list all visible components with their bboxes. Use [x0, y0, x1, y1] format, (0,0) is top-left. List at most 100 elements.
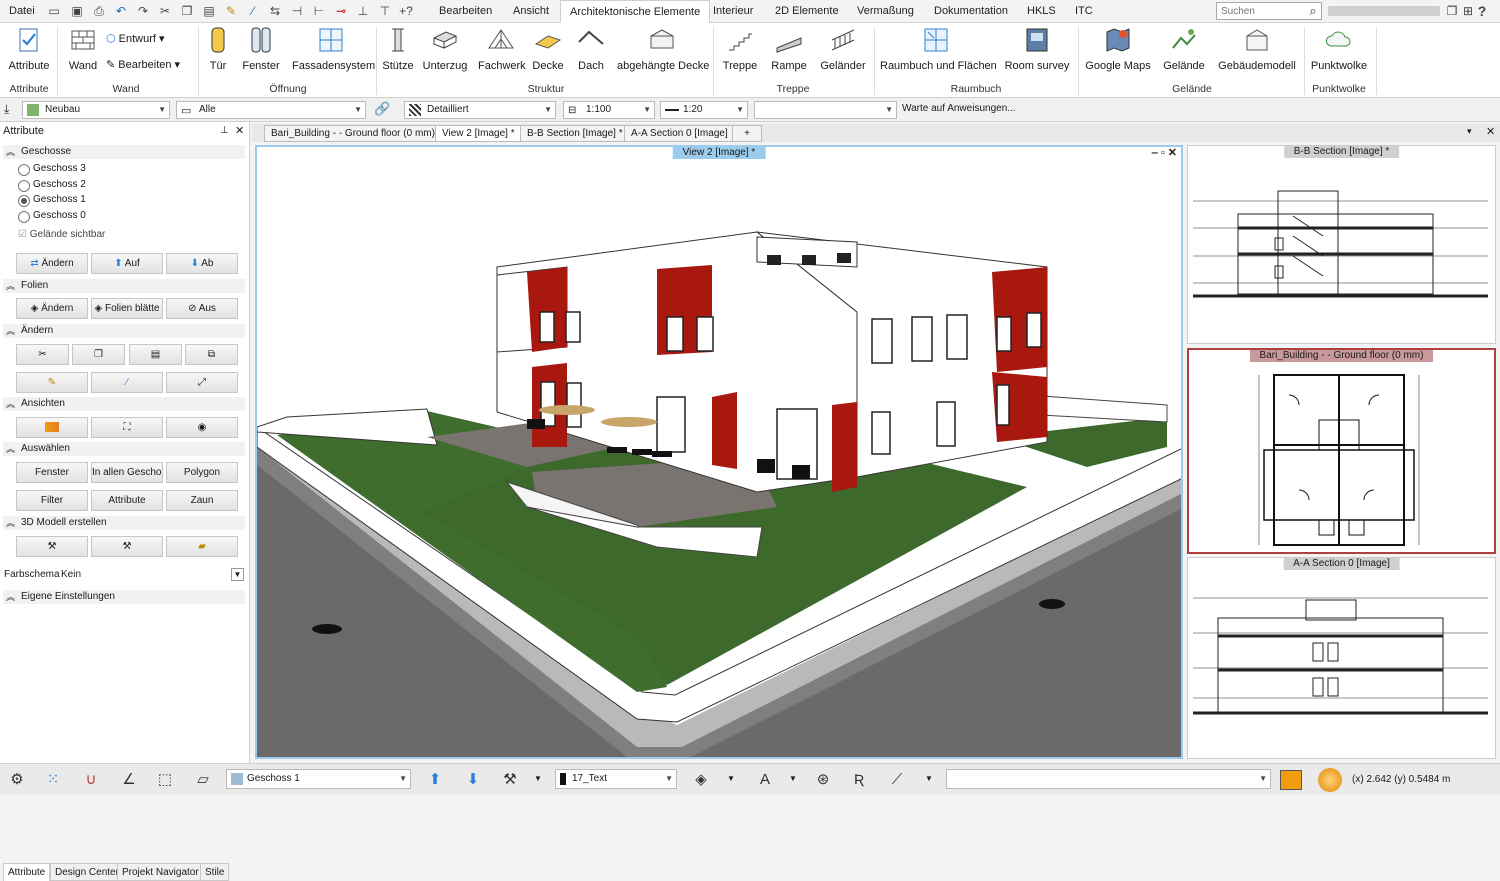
zoom-extents-button[interactable]: ⛶: [91, 417, 163, 438]
layer-browse-button[interactable]: ◈ Folien blätte: [91, 298, 163, 319]
attribute-button[interactable]: Attribute: [6, 26, 52, 72]
paint-brush-icon[interactable]: ✎: [223, 4, 239, 19]
pen-select[interactable]: 1:20 ▼: [660, 101, 748, 119]
building-model-button[interactable]: Gebäudemodell: [1216, 26, 1298, 72]
roof-button[interactable]: Dach: [574, 26, 608, 72]
point-snap-icon[interactable]: ⊛: [810, 768, 836, 792]
layer-change-button[interactable]: ◈ Ändern: [16, 298, 88, 319]
menu-file[interactable]: Datei: [0, 0, 44, 23]
section-ansichten[interactable]: Ansichten: [3, 397, 245, 411]
coordinate-input[interactable]: ▼: [946, 769, 1271, 789]
tab-itc[interactable]: ITC: [1066, 0, 1102, 23]
layer-box-icon[interactable]: ▱: [190, 768, 216, 792]
tab-hkls[interactable]: HKLS: [1018, 0, 1065, 23]
tab-attribute[interactable]: Attribute: [3, 863, 51, 881]
3d-tool-icon[interactable]: ⚒: [497, 768, 523, 792]
chevron-down-icon[interactable]: ▼: [925, 774, 933, 783]
view-render-button[interactable]: [16, 417, 88, 438]
doctab-bb-section[interactable]: B-B Section [Image] *: [520, 125, 630, 142]
layers-icon[interactable]: ◈: [688, 768, 714, 792]
extend-icon[interactable]: ⊤: [377, 4, 393, 19]
render-mode-icon[interactable]: [1280, 770, 1302, 790]
select-polygon-button[interactable]: Polygon: [166, 462, 238, 483]
user-account-icon[interactable]: [1328, 6, 1440, 16]
format-painter-button[interactable]: ✎: [16, 372, 88, 393]
suspended-ceiling-button[interactable]: abgehängte Decke: [617, 26, 709, 72]
floor-down-button[interactable]: ⬇ Ab: [166, 253, 238, 274]
visibility-button[interactable]: ◉: [166, 417, 238, 438]
tab-dokumentation[interactable]: Dokumentation: [925, 0, 1017, 23]
transform-button[interactable]: ⤢: [166, 372, 238, 393]
select-all-floors-button[interactable]: In allen Geschoss: [91, 462, 163, 483]
print-icon[interactable]: ⎙: [91, 4, 107, 19]
cut-icon[interactable]: ✂: [157, 4, 173, 19]
select-cursor-icon[interactable]: ⬚: [152, 768, 178, 792]
truss-button[interactable]: Fachwerk: [478, 26, 526, 72]
ramp-button[interactable]: Rampe: [768, 26, 810, 72]
duplicate-button[interactable]: ⧉: [185, 344, 238, 365]
pin-icon[interactable]: ⊥: [220, 125, 229, 136]
tab-interieur[interactable]: Interieur: [704, 0, 762, 23]
doctab-aa-section[interactable]: A-A Section 0 [Image]: [624, 125, 735, 142]
tab-stile[interactable]: Stile: [200, 863, 230, 881]
line-tool-icon[interactable]: ⟋: [884, 768, 910, 792]
floor-radio-1[interactable]: Geschoss 1: [18, 194, 86, 207]
column-button[interactable]: Stütze: [381, 26, 415, 72]
layer-set-icon[interactable]: ⤓: [4, 102, 9, 117]
section-folien[interactable]: Folien: [3, 279, 245, 293]
edit-button[interactable]: ✎ Bearbeiten ▾: [106, 58, 180, 71]
floor-status-select[interactable]: Geschoss 1 ▼: [226, 769, 411, 789]
slab-button[interactable]: Decke: [530, 26, 566, 72]
copy-window-icon[interactable]: ❐: [1444, 4, 1460, 19]
window-button[interactable]: Fenster: [240, 26, 282, 72]
new-tab-button[interactable]: +: [732, 125, 762, 142]
sun-light-icon[interactable]: [1318, 768, 1342, 792]
detail-level-select[interactable]: Detailliert ▼: [404, 101, 556, 119]
door-button[interactable]: Tür: [202, 26, 234, 72]
link-icon[interactable]: 🔗: [374, 101, 390, 117]
copy-icon[interactable]: ❐: [179, 4, 195, 19]
draft-button[interactable]: ⬡ Entwurf ▾: [106, 32, 165, 45]
section-3d-modell[interactable]: 3D Modell erstellen: [3, 516, 245, 530]
section-aendern[interactable]: Ändern: [3, 324, 245, 338]
beam-button[interactable]: Unterzug: [422, 26, 468, 72]
copy-button[interactable]: ❐: [72, 344, 125, 365]
doctab-ground-floor[interactable]: Bari_Building - - Ground floor (0 mm): [264, 125, 442, 142]
reference-icon[interactable]: Ʀ: [846, 768, 872, 792]
paste-button[interactable]: ▤: [129, 344, 182, 365]
doctab-view2[interactable]: View 2 [Image] *: [435, 125, 522, 142]
trim-icon[interactable]: ⊥: [355, 4, 371, 19]
align-icon[interactable]: ⊣: [289, 4, 305, 19]
terrain-visible-checkbox[interactable]: ☑ Gelände sichtbar: [18, 229, 105, 240]
section-auswaehlen[interactable]: Auswählen: [3, 442, 245, 456]
close-icon[interactable]: ✕: [235, 124, 244, 137]
view-window-controls[interactable]: ‒ ▫ ✕: [1152, 147, 1177, 159]
help-button[interactable]: ?: [1474, 4, 1490, 19]
chevron-down-icon[interactable]: ▼: [231, 568, 244, 581]
tab-list-icon[interactable]: ▾: [1467, 126, 1472, 137]
wall-button[interactable]: Wand: [62, 26, 104, 72]
section-geschosse[interactable]: Geschosse: [3, 145, 245, 159]
angle-snap-icon[interactable]: ∠: [116, 768, 142, 792]
tab-ansicht[interactable]: Ansicht: [504, 0, 558, 23]
scale-select[interactable]: ⊟ 1:100 ▼: [563, 101, 655, 119]
bb-section-view[interactable]: B-B Section [Image] *: [1187, 145, 1496, 344]
layer-select[interactable]: Neubau ▼: [22, 101, 170, 119]
search-icon[interactable]: ⌕: [1305, 3, 1321, 18]
redo-icon[interactable]: ↷: [135, 4, 151, 19]
section-eigene[interactable]: Eigene Einstellungen: [3, 590, 245, 604]
main-3d-view[interactable]: View 2 [Image] * ‒ ▫ ✕: [255, 145, 1183, 759]
chevron-down-icon[interactable]: ▼: [727, 774, 735, 783]
floor-up-button[interactable]: ⬆ Auf: [91, 253, 163, 274]
tab-2d-elemente[interactable]: 2D Elemente: [766, 0, 848, 23]
text-style-select[interactable]: 17_Text ▼: [555, 769, 677, 789]
transfer-icon[interactable]: ⇆: [267, 4, 283, 19]
settings-gear-icon[interactable]: ⚙: [4, 768, 30, 792]
aa-section-view[interactable]: A-A Section 0 [Image]: [1187, 557, 1496, 759]
tab-bearbeiten[interactable]: Bearbeiten: [430, 0, 501, 23]
chevron-down-icon[interactable]: ▼: [534, 774, 542, 783]
room-survey-button[interactable]: Room survey: [1002, 26, 1072, 72]
select-window-button[interactable]: Fenster: [16, 462, 88, 483]
point-cloud-button[interactable]: Punktwolke: [1308, 26, 1370, 72]
paste-icon[interactable]: ▤: [201, 4, 217, 19]
